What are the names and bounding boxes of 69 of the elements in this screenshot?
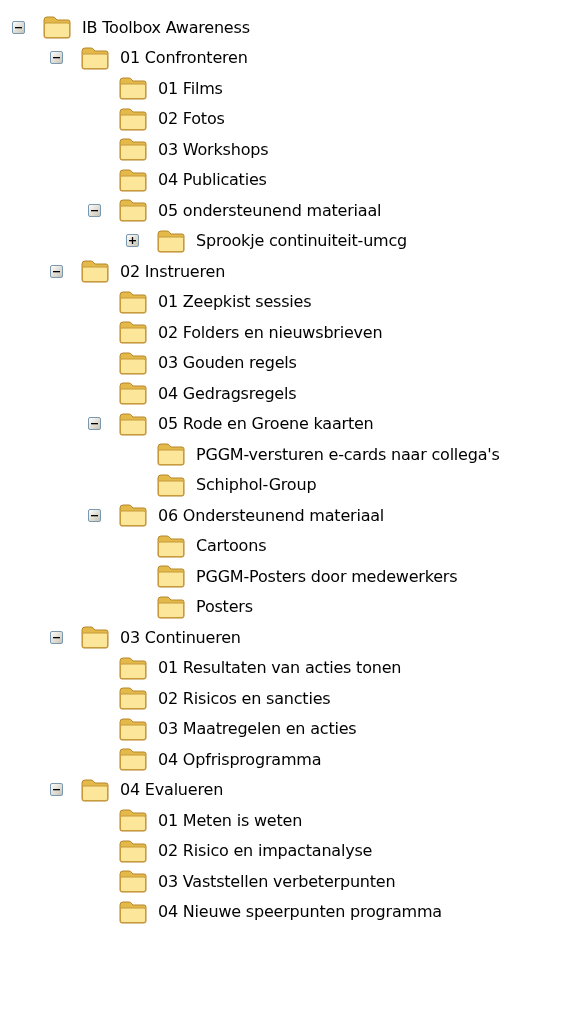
folder-icon bbox=[118, 808, 148, 833]
folder-icon bbox=[118, 350, 148, 375]
folder-icon bbox=[118, 76, 148, 101]
folder-icon bbox=[118, 106, 148, 131]
folder-name[interactable]: 01 Films bbox=[158, 78, 223, 98]
folder-name[interactable]: 01 Meten is weten bbox=[158, 810, 303, 830]
folder-name[interactable]: 04 Nieuwe speerpunten programma bbox=[158, 902, 442, 922]
folder-icon bbox=[118, 411, 148, 436]
collapse-icon[interactable] bbox=[50, 783, 63, 797]
folder-icon bbox=[118, 320, 148, 345]
folder-icon bbox=[118, 899, 148, 924]
folder-icon bbox=[118, 137, 148, 162]
folder-name[interactable]: IB Toolbox Awareness bbox=[82, 17, 250, 37]
folder-name[interactable]: 05 ondersteunend materiaal bbox=[158, 200, 382, 220]
folder-name[interactable]: 05 Rode en Groene kaarten bbox=[158, 414, 374, 434]
folder-icon bbox=[156, 472, 186, 497]
folder-name[interactable]: 01 Zeepkist sessies bbox=[158, 292, 312, 312]
folder-name[interactable]: 06 Ondersteunend materiaal bbox=[158, 505, 385, 525]
collapse-icon[interactable] bbox=[50, 51, 63, 65]
folder-name[interactable]: 04 Publicaties bbox=[158, 170, 267, 190]
folder-name[interactable]: 02 Instrueren bbox=[120, 261, 226, 281]
folder-icon bbox=[156, 594, 186, 619]
folder-name[interactable]: 03 Gouden regels bbox=[158, 353, 297, 373]
folder-icon bbox=[118, 747, 148, 772]
folder-name[interactable]: 04 Opfrisprogramma bbox=[158, 749, 322, 769]
folder-name[interactable]: PGGM-versturen e-cards naar collega's bbox=[196, 444, 500, 464]
folder-icon bbox=[156, 228, 186, 253]
collapse-icon[interactable] bbox=[88, 417, 101, 431]
folder-name[interactable]: PGGM-Posters door medewerkers bbox=[196, 566, 458, 586]
folder-name[interactable]: 04 Gedragsregels bbox=[158, 383, 297, 403]
folder-icon bbox=[118, 716, 148, 741]
folder-name[interactable]: 02 Folders en nieuwsbrieven bbox=[158, 322, 383, 342]
folder-name[interactable]: 03 Vaststellen verbeterpunten bbox=[158, 871, 396, 891]
folder-icon bbox=[156, 442, 186, 467]
folder-name[interactable]: 02 Risico en impactanalyse bbox=[158, 841, 373, 861]
folder-icon bbox=[156, 564, 186, 589]
folder-icon bbox=[118, 167, 148, 192]
collapse-icon[interactable] bbox=[12, 20, 25, 34]
folder-name[interactable]: 01 Resultaten van acties tonen bbox=[158, 658, 402, 678]
folder-name[interactable]: Sprookje continuiteit-umcg bbox=[196, 231, 408, 251]
folder-icon bbox=[80, 45, 110, 70]
folder-name[interactable]: 02 Fotos bbox=[158, 109, 225, 129]
folder-icon bbox=[118, 503, 148, 528]
folder-name[interactable]: Cartoons bbox=[196, 536, 267, 556]
folder-icon bbox=[118, 381, 148, 406]
folder-name[interactable]: 03 Continueren bbox=[120, 627, 241, 647]
collapse-icon[interactable] bbox=[50, 264, 63, 278]
folder-icon bbox=[80, 259, 110, 284]
folder-icon bbox=[156, 533, 186, 558]
folder-name[interactable]: 03 Maatregelen en acties bbox=[158, 719, 357, 739]
folder-icon bbox=[42, 15, 72, 40]
folder-name[interactable]: Posters bbox=[196, 597, 253, 617]
folder-icon bbox=[118, 869, 148, 894]
folder-icon bbox=[80, 777, 110, 802]
folder-name[interactable]: 04 Evalueren bbox=[120, 780, 224, 800]
collapse-icon[interactable] bbox=[50, 630, 63, 644]
folder-name[interactable]: Schiphol-Group bbox=[196, 475, 317, 495]
folder-icon bbox=[118, 686, 148, 711]
folder-icon bbox=[80, 625, 110, 650]
folder-name[interactable]: 02 Risicos en sancties bbox=[158, 688, 331, 708]
folder-name[interactable]: 01 Confronteren bbox=[120, 48, 248, 68]
folder-icon bbox=[118, 838, 148, 863]
folder-name[interactable]: 03 Workshops bbox=[158, 139, 269, 159]
collapse-icon[interactable] bbox=[88, 203, 101, 217]
collapse-icon[interactable] bbox=[88, 508, 101, 522]
folder-icon bbox=[118, 289, 148, 314]
expand-icon[interactable] bbox=[126, 234, 139, 248]
folder-icon bbox=[118, 198, 148, 223]
folder-icon bbox=[118, 655, 148, 680]
